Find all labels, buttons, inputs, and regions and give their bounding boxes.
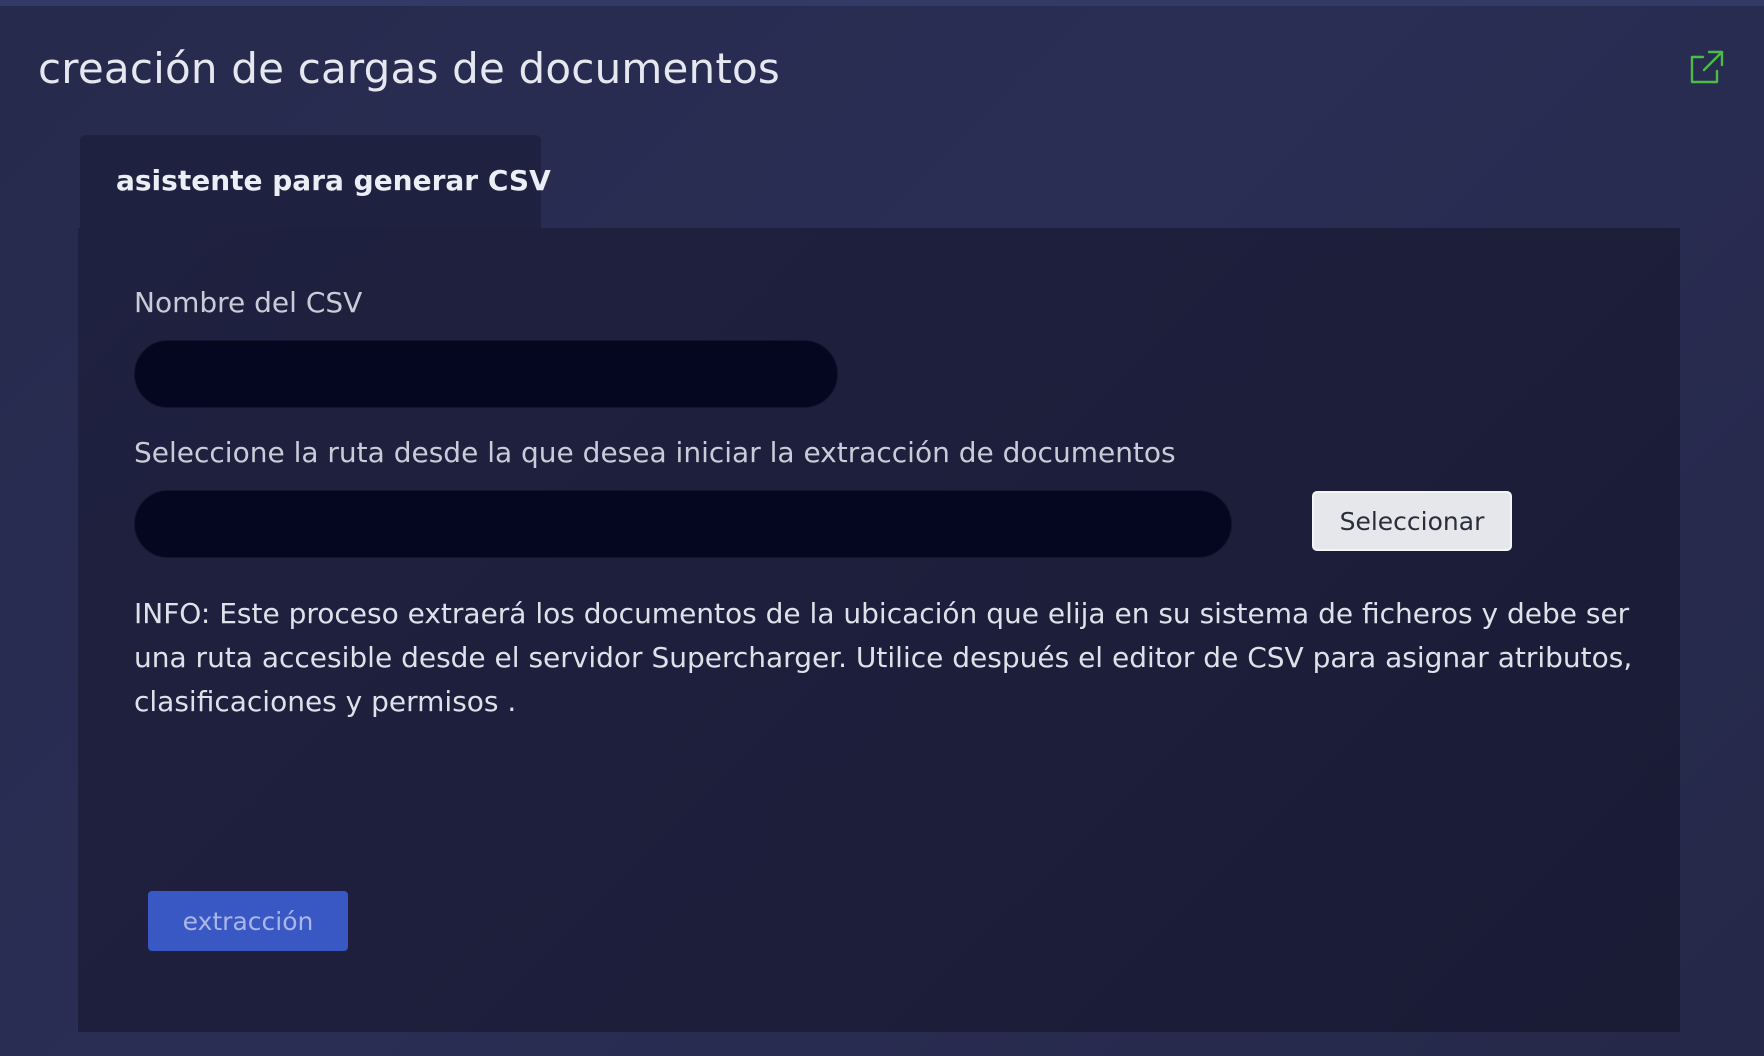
tab-label: asistente para generar CSV: [116, 164, 551, 197]
csv-name-input[interactable]: [134, 340, 838, 408]
tab-content: Nombre del CSV Seleccione la ruta desde …: [78, 228, 1680, 1032]
main-panel: creación de cargas de documentos asisten…: [0, 0, 1764, 1056]
path-input[interactable]: [134, 490, 1232, 558]
info-text: INFO: Este proceso extraerá los document…: [134, 597, 1633, 718]
external-link-icon[interactable]: [1686, 48, 1726, 88]
path-label: Seleccione la ruta desde la que desea in…: [134, 436, 1176, 469]
page-title: creación de cargas de documentos: [38, 44, 781, 93]
select-path-button[interactable]: Seleccionar: [1312, 491, 1512, 551]
extract-button[interactable]: extracción: [148, 891, 348, 951]
tab-csv-wizard[interactable]: asistente para generar CSV: [80, 135, 551, 228]
csv-name-label: Nombre del CSV: [134, 286, 363, 319]
